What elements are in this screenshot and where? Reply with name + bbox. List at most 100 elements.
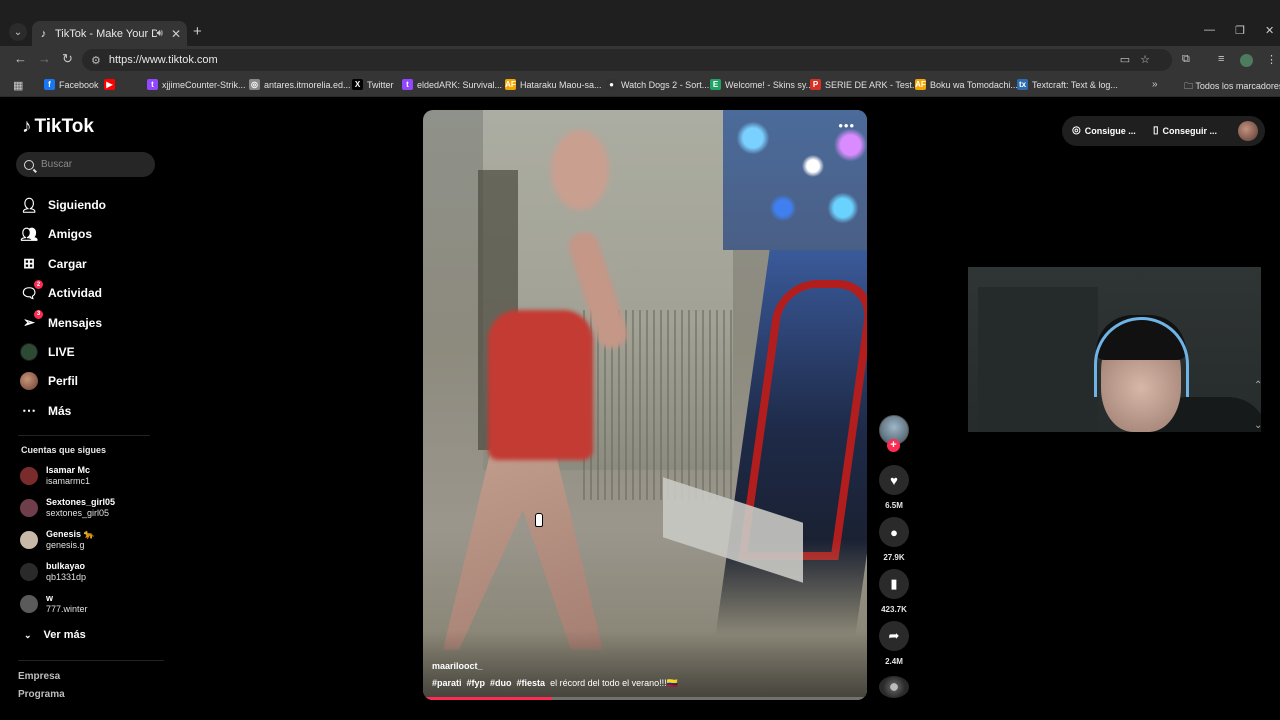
see-more-button[interactable]: ⌄ Ver más (24, 629, 86, 641)
browser-menu-icon[interactable]: ⋮ (1266, 53, 1277, 66)
caption-text: el récord del todo el verano!!!🇨🇴 (550, 678, 678, 688)
restore-button[interactable]: ❐ (1235, 24, 1245, 37)
scroll-up-icon[interactable]: ⌃ (1254, 380, 1266, 391)
site-info-icon[interactable]: ⚙︎ (91, 54, 101, 67)
footer-link-empresa[interactable]: Empresa (18, 671, 60, 682)
bookmark-favicon-icon: E (710, 79, 721, 90)
bookmark-item[interactable]: t eldedARK: Survival... (402, 79, 502, 90)
avatar (20, 499, 38, 517)
audio-playing-icon[interactable]: 🔊︎ (157, 28, 163, 39)
bookmark-favicon-icon: tx (1017, 79, 1028, 90)
bookmark-item[interactable]: P SERIE DE ARK - Test... (810, 79, 919, 90)
chevron-down-icon: ⌄ (24, 629, 32, 640)
friends-icon: 👥︎ (20, 225, 38, 242)
minimize-button[interactable]: — (1204, 24, 1215, 36)
hashtag[interactable]: #parati (432, 678, 462, 689)
account-name: Isamar Mc (46, 465, 91, 475)
followed-account[interactable]: Isamar Mc isamarmc1 (20, 465, 90, 487)
notification-badge: 2 (34, 280, 43, 290)
account-username: genesis.g (46, 540, 85, 550)
upload-icon: ⊞ (23, 255, 35, 272)
video-author[interactable]: maarilooct_ (432, 661, 483, 671)
sidebar-item-actividad[interactable]: 🗨︎ 2 Actividad (20, 280, 160, 304)
scroll-down-icon[interactable]: ⌄ (1254, 420, 1266, 431)
omnibox-actions[interactable]: ▭☆ (1120, 53, 1160, 66)
hashtag[interactable]: #fiesta (517, 678, 546, 689)
follow-plus-icon[interactable]: + (887, 439, 900, 452)
address-bar[interactable]: ⚙︎ https://www.tiktok.com ▭☆ (82, 49, 1172, 71)
browser-tab[interactable]: ♪ TikTok - Make Your Day 🔊︎ ✕ (32, 21, 187, 46)
sidebar-item-amigos[interactable]: 👥︎ Amigos (20, 223, 160, 245)
account-username: sextones_girl05 (46, 508, 110, 518)
share-button[interactable]: ➦ (879, 621, 909, 651)
followed-account[interactable]: Sextones_girl05 sextones_girl05 (20, 497, 115, 519)
tab-search-button[interactable]: ⌄ (9, 23, 27, 41)
avatar (20, 467, 38, 485)
sidebar-item-live[interactable]: LIVE (20, 341, 160, 363)
bookmark-item[interactable]: ● Watch Dogs 2 - Sort... (606, 79, 709, 90)
caption-shade (423, 630, 867, 700)
bookmark-item[interactable]: AF Boku wa Tomodachi... (915, 79, 1018, 90)
notification-badge: 3 (34, 309, 43, 319)
share-arrow-icon: ➦ (888, 628, 900, 643)
apps-grid-icon[interactable]: ▦ (13, 79, 23, 92)
extensions-icon[interactable]: ⧉ (1182, 53, 1190, 66)
video-more-options-icon[interactable]: ••• (838, 118, 855, 133)
comment-count: 27.9K (883, 553, 905, 562)
hashtag[interactable]: #fyp (467, 678, 486, 689)
more-bookmarks-icon[interactable]: » (1152, 79, 1158, 90)
back-button[interactable]: ← (14, 51, 27, 66)
bookmark-favicon-icon: ▶ (104, 79, 115, 90)
like-button[interactable]: ♥ (879, 465, 909, 495)
bookmark-item[interactable]: AF Hataraku Maou-sa... (505, 79, 602, 90)
bookmark-item[interactable]: tx Textcraft: Text & log... (1017, 79, 1118, 90)
bookmark-item[interactable]: t xjjimeCounter-Strik... (147, 79, 246, 90)
tiktok-logo[interactable]: ♪ TikTok (22, 116, 94, 138)
comment-button[interactable]: ● (879, 517, 909, 547)
user-avatar[interactable] (1238, 121, 1258, 141)
sidebar-item-perfil[interactable]: Perfil (20, 370, 160, 392)
followed-account[interactable]: Genesis 🐆 genesis.g (20, 529, 95, 551)
video-progress-fill (423, 697, 552, 700)
close-tab-icon[interactable]: ✕ (171, 27, 181, 41)
followed-account[interactable]: w 777.winter (20, 593, 88, 615)
sidebar-item-mensajes[interactable]: ➢ 3 Mensajes (20, 309, 160, 334)
comment-bubble-icon: ● (890, 524, 898, 540)
hashtag[interactable]: #duo (490, 678, 512, 689)
webcam-overlay (968, 267, 1261, 432)
music-disc-icon[interactable] (879, 676, 909, 698)
get-app-label: Conseguir ... (1162, 125, 1218, 136)
bookmark-item[interactable]: f Facebook (44, 79, 99, 90)
sidebar-item-cargar[interactable]: ⊞ Cargar (20, 253, 160, 275)
sidebar-item-ms[interactable]: ⋯ Más (20, 400, 160, 422)
followed-account[interactable]: bulkayao qb1331dp (20, 561, 86, 583)
avatar (20, 531, 38, 549)
tab-title: TikTok - Make Your Day (55, 27, 157, 40)
save-button[interactable]: ▮ (879, 569, 909, 599)
account-text: Genesis 🐆 genesis.g (46, 529, 95, 551)
close-window-button[interactable]: ✕ (1265, 24, 1274, 37)
browser-profile-avatar[interactable] (1240, 54, 1253, 67)
search-input[interactable]: Buscar (16, 152, 155, 177)
user-follow-icon: 👤︎ (20, 196, 38, 213)
account-username: qb1331dp (46, 572, 87, 582)
bookmark-item[interactable]: ▶ (104, 79, 119, 90)
all-bookmarks-button[interactable]: 🗀 Todos los marcadores (1184, 79, 1280, 95)
sidebar-item-siguiendo[interactable]: 👤︎ Siguiendo (20, 194, 160, 216)
account-text: w 777.winter (46, 593, 88, 615)
reload-button[interactable]: ↻ (62, 51, 73, 67)
webcam-background (978, 287, 1098, 432)
video-player[interactable]: ••• maarilooct_ #parati #fyp #duo #fiest… (423, 110, 867, 700)
forward-button[interactable]: → (38, 51, 51, 66)
bookmark-item[interactable]: ◎ antares.itmorelia.ed... (249, 79, 351, 90)
footer-link-programa[interactable]: Programa (18, 689, 65, 700)
new-tab-button[interactable]: + (193, 23, 202, 40)
get-app-button[interactable]: ▯ Conseguir ... (1153, 125, 1217, 136)
bookmark-item[interactable]: E Welcome! - Skins sy... (710, 79, 813, 90)
bookmark-item[interactable]: X Twitter (352, 79, 394, 90)
get-coins-button[interactable]: ◎ Consigue ... (1072, 125, 1136, 136)
media-control-icon[interactable]: ≡ (1218, 53, 1224, 65)
account-text: Sextones_girl05 sextones_girl05 (46, 497, 115, 519)
sidebar-item-label: Perfil (48, 374, 79, 389)
tab-strip: ⌄ ♪ TikTok - Make Your Day 🔊︎ ✕ + — ❐ ✕ (0, 0, 1280, 46)
